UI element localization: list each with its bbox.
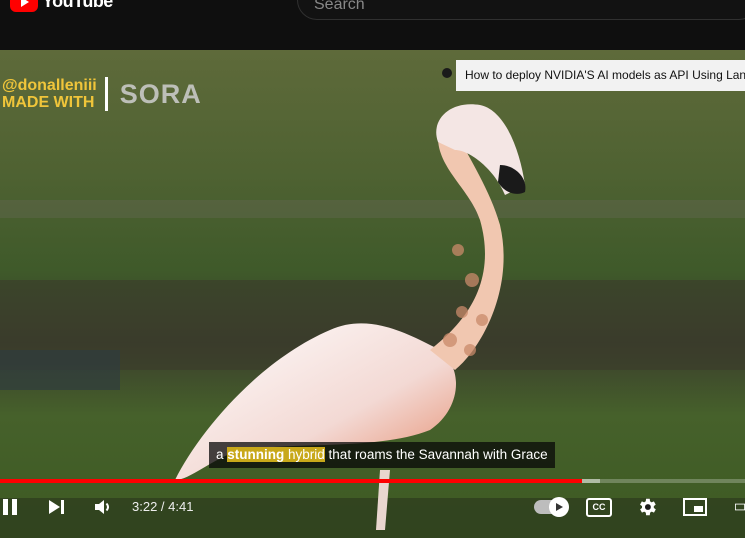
caption-highlight: stunning hybrid: [227, 447, 325, 462]
caption-part3: that roams the Savannah with Grace: [324, 447, 548, 462]
caption-part2: hybrid: [284, 447, 325, 462]
youtube-play-icon: [10, 0, 38, 12]
watermark-separator: [104, 77, 108, 111]
autoplay-play-icon: [556, 503, 563, 511]
subtitles-button[interactable]: CC: [586, 487, 612, 527]
logo-text: YouTube: [42, 0, 113, 11]
video-title-tooltip: How to deploy NVIDIA'S AI models as API …: [456, 60, 745, 91]
player-controls: 3:22 / 4:41 CC: [0, 487, 745, 527]
cc-icon: CC: [586, 497, 612, 517]
theater-button[interactable]: [728, 487, 745, 527]
settings-button[interactable]: [634, 487, 660, 527]
settings-gear-icon: [640, 498, 656, 516]
volume-icon: [95, 500, 109, 514]
caption-part1: a: [216, 447, 228, 462]
autoplay-toggle[interactable]: [532, 487, 569, 527]
search-box[interactable]: Search: [297, 0, 745, 20]
youtube-logo[interactable]: YouTube: [10, 0, 113, 12]
miniplayer-button[interactable]: [682, 487, 708, 527]
closed-caption: a stunning hybrid that roams the Savanna…: [209, 442, 555, 468]
time-display: 3:22 / 4:41: [132, 499, 194, 514]
theater-icon: [735, 503, 745, 511]
watermark-made-with: MADE WITH: [2, 94, 95, 111]
masthead: YouTube Search: [0, 0, 745, 50]
sora-watermark: @donalleniii MADE WITH SORA: [2, 77, 202, 111]
watermark-brand: SORA: [119, 78, 202, 109]
caption-bold-word: stunning: [227, 447, 285, 462]
search-input[interactable]: Search: [314, 0, 365, 14]
pause-icon: [3, 499, 17, 515]
volume-button[interactable]: [90, 487, 116, 527]
next-button[interactable]: [44, 487, 68, 527]
video-player[interactable]: @donalleniii MADE WITH SORA How to deplo…: [0, 50, 745, 538]
pause-button[interactable]: [0, 487, 22, 527]
progress-bar[interactable]: [0, 479, 745, 483]
next-icon: [49, 500, 64, 514]
watermark-handle: @donalleniii: [2, 77, 97, 94]
miniplayer-icon: [683, 498, 707, 516]
played-bar: [0, 479, 582, 483]
